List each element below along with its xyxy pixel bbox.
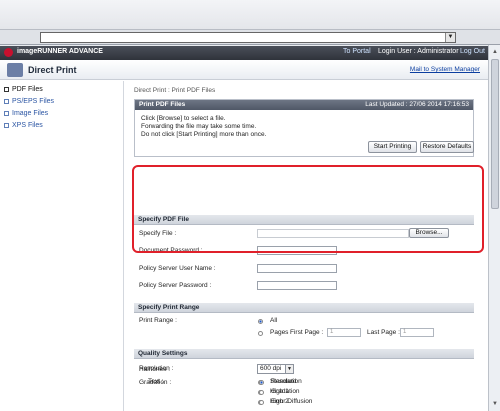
sidebar-item-label: PS/EPS Files	[12, 97, 55, 105]
document-password-field[interactable]	[257, 246, 337, 255]
file-path-field[interactable]	[257, 229, 409, 238]
sidebar-item-pdf-files[interactable]: PDF Files	[4, 84, 43, 94]
remote-ui-app: imageRUNNER ADVANCE To Portal Login User…	[0, 46, 488, 411]
instruction-line: Forwarding the file may take some time.	[141, 123, 257, 130]
address-dropdown[interactable]: ▼	[40, 32, 456, 43]
print-range-section: Specify Print Range Print Range : All Pa…	[134, 303, 474, 345]
app-name: imageRUNNER ADVANCE	[17, 48, 103, 55]
instruction-line: Click [Browse] to select a file.	[141, 115, 226, 122]
to-portal-link[interactable]: To Portal	[343, 48, 371, 55]
bullet-icon	[4, 98, 9, 104]
policy-password-label: Policy Server Password :	[139, 282, 212, 289]
specify-file-section: Specify PDF File Specify File : Browse..…	[134, 215, 474, 297]
sidebar-item-xps-files[interactable]: XPS Files	[4, 120, 43, 130]
section-title: Quality Settings	[134, 349, 474, 359]
sidebar: PDF Files PS/EPS Files Image Files XPS F…	[0, 81, 124, 411]
policy-user-label: Policy Server User Name :	[139, 265, 216, 272]
app-header: imageRUNNER ADVANCE To Portal Login User…	[0, 46, 488, 60]
scrollbar-thumb[interactable]	[491, 59, 499, 209]
sidebar-item-label: PDF Files	[12, 85, 43, 93]
text-option-label: Resolution	[271, 378, 302, 385]
last-page-label: Last Page :	[367, 329, 400, 336]
radio-pages-label: Pages	[270, 329, 289, 336]
text-option-label: Gradation	[271, 388, 300, 395]
last-page-field[interactable]: 1	[400, 328, 434, 337]
panel-title-text: Print PDF Files	[139, 101, 186, 108]
radio-pages[interactable]	[258, 331, 263, 336]
login-user-text: Login User : Administrator	[378, 48, 459, 55]
policy-password-field[interactable]	[257, 281, 337, 290]
logout-link[interactable]: Log Out	[460, 48, 485, 55]
instruction-line: Do not click [Start Printing] more than …	[141, 131, 267, 138]
restore-defaults-button[interactable]: Restore Defaults	[420, 141, 474, 153]
main-content: Direct Print : Print PDF Files Print PDF…	[125, 81, 488, 411]
browser-address-row: ▼	[0, 30, 500, 45]
breadcrumb: Direct Print : Print PDF Files	[134, 87, 216, 94]
sidebar-item-label: Image Files	[12, 109, 49, 117]
bullet-icon	[4, 122, 9, 128]
halftones-label: Halftones :	[139, 366, 171, 373]
first-page-label: First Page :	[290, 329, 324, 336]
browse-button[interactable]: Browse...	[409, 228, 449, 238]
page-header: Direct Print Mail to System Manager	[0, 60, 488, 80]
print-range-label: Print Range :	[139, 317, 177, 324]
radio-text-error-diffusion[interactable]	[259, 400, 264, 405]
resolution-select[interactable]: 600 dpi ▼	[257, 364, 294, 374]
bullet-icon	[4, 86, 9, 92]
radio-text-gradation[interactable]	[259, 390, 264, 395]
bullet-icon	[4, 110, 9, 116]
text-option-label: Error Diffusion	[271, 398, 313, 405]
sidebar-item-label: XPS Files	[12, 121, 43, 129]
radio-text-resolution[interactable]	[259, 380, 264, 385]
resolution-value: 600 dpi	[260, 365, 282, 372]
text-label: Text :	[148, 378, 164, 385]
page-title: Direct Print	[28, 65, 77, 75]
document-password-label: Document Password :	[139, 247, 203, 254]
chevron-down-icon: ▼	[285, 365, 293, 373]
policy-user-field[interactable]	[257, 264, 337, 273]
mail-to-system-manager-link[interactable]: Mail to System Manager	[410, 66, 480, 73]
last-updated: Last Updated : 27/06 2014 17:16:53	[365, 101, 469, 108]
browser-toolbar	[0, 0, 500, 30]
sidebar-item-ps-eps-files[interactable]: PS/EPS Files	[4, 96, 54, 106]
print-pdf-panel: Print PDF Files Last Updated : 27/06 201…	[134, 99, 474, 157]
radio-all-label: All	[270, 317, 278, 324]
section-title: Specify PDF File	[134, 215, 474, 225]
start-printing-button[interactable]: Start Printing	[368, 141, 417, 153]
page-scrollbar[interactable]: ▲ ▼	[488, 45, 500, 411]
first-page-field[interactable]: 1	[327, 328, 361, 337]
specify-file-label: Specify File :	[139, 230, 177, 237]
scroll-up-icon[interactable]: ▲	[490, 47, 500, 57]
panel-title: Print PDF Files Last Updated : 27/06 201…	[135, 100, 473, 110]
radio-all[interactable]	[258, 319, 263, 324]
section-title: Specify Print Range	[134, 303, 474, 313]
direct-print-icon	[7, 63, 23, 77]
chevron-down-icon[interactable]: ▼	[445, 33, 455, 42]
sidebar-item-image-files[interactable]: Image Files	[4, 108, 48, 118]
canon-logo-icon	[4, 48, 13, 57]
scroll-down-icon[interactable]: ▼	[490, 399, 500, 409]
